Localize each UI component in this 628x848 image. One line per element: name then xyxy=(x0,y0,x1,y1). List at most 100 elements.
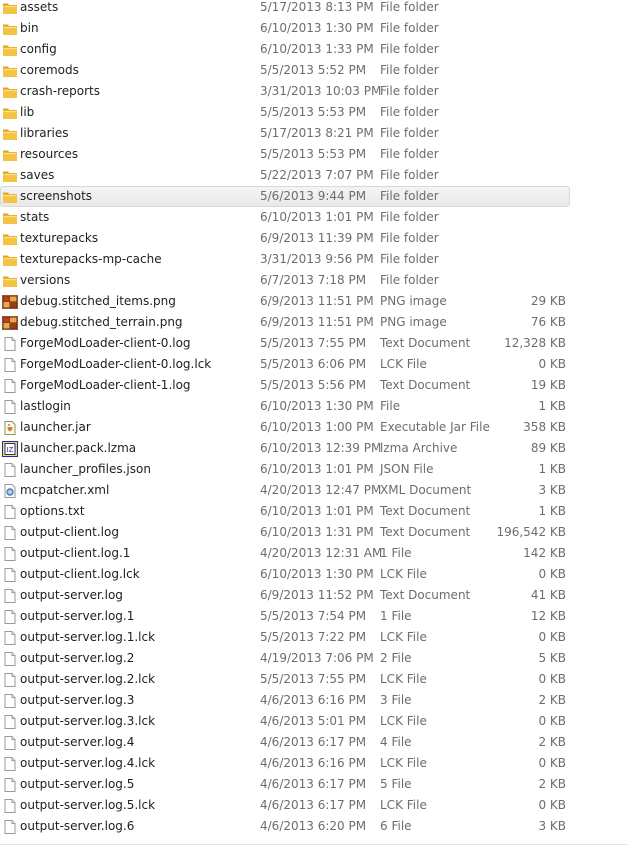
file-row[interactable]: output-server.log.1.lck 5/5/2013 7:22 PM L… xyxy=(0,627,570,648)
file-row[interactable]: ForgeModLoader-client-0.log.lck 5/5/2013 … xyxy=(0,354,570,375)
file-name: output-server.log.2 xyxy=(20,651,135,665)
file-row[interactable]: stats 6/10/2013 1:01 PM File folder xyxy=(0,207,570,228)
file-name: ForgeModLoader-client-0.log xyxy=(20,336,191,350)
file-row[interactable]: screenshots 5/6/2013 9:44 PM File folder xyxy=(0,186,570,207)
file-size: 0 KB xyxy=(538,630,566,644)
file-row[interactable]: launcher.jar 6/10/2013 1:00 PM Executable … xyxy=(0,417,570,438)
file-size: 196,542 KB xyxy=(496,525,566,539)
folder-icon xyxy=(2,105,18,121)
document-icon xyxy=(2,693,18,709)
document-icon xyxy=(2,714,18,730)
file-row[interactable]: texturepacks 6/9/2013 11:39 PM File folder xyxy=(0,228,570,249)
file-date-modified: 5/5/2013 5:52 PM xyxy=(260,63,367,77)
file-name: output-server.log.6 xyxy=(20,819,135,833)
file-row[interactable]: output-server.log.2 4/19/2013 7:06 PM 2 Fi… xyxy=(0,648,570,669)
file-name: screenshots xyxy=(20,189,93,203)
file-date-modified: 6/10/2013 1:30 PM xyxy=(260,399,374,413)
file-row[interactable]: IZ launcher.pack.lzma 6/10/2013 12:39 PM lz… xyxy=(0,438,570,459)
file-row[interactable]: libraries 5/17/2013 8:21 PM File folder xyxy=(0,123,570,144)
file-row[interactable]: output-server.log.6 4/6/2013 6:20 PM 6 Fil… xyxy=(0,816,570,837)
file-name: libraries xyxy=(20,126,69,140)
document-icon xyxy=(2,630,18,646)
file-row[interactable]: lib 5/5/2013 5:53 PM File folder xyxy=(0,102,570,123)
file-row[interactable]: output-server.log.3.lck 4/6/2013 5:01 PM L… xyxy=(0,711,570,732)
file-row[interactable]: crash-reports 3/31/2013 10:03 PM File fold… xyxy=(0,81,570,102)
document-icon xyxy=(2,399,18,415)
document-icon xyxy=(2,672,18,688)
file-row[interactable]: ForgeModLoader-client-1.log 5/5/2013 5:56… xyxy=(0,375,570,396)
image-icon xyxy=(2,294,18,310)
file-name: output-server.log.3 xyxy=(20,693,135,707)
file-size: 1 KB xyxy=(538,399,566,413)
file-row[interactable]: coremods 5/5/2013 5:52 PM File folder xyxy=(0,60,570,81)
file-type: File folder xyxy=(380,21,439,35)
folder-icon xyxy=(2,273,18,289)
file-date-modified: 5/5/2013 6:06 PM xyxy=(260,357,367,371)
file-type: 1 File xyxy=(380,546,412,560)
file-name: bin xyxy=(20,21,39,35)
file-row[interactable]: ForgeModLoader-client-0.log 5/5/2013 7:55… xyxy=(0,333,570,354)
file-row[interactable]: debug.stitched_terrain.png 6/9/2013 11:51… xyxy=(0,312,570,333)
file-row[interactable]: output-server.log.4 4/6/2013 6:17 PM 4 Fil… xyxy=(0,732,570,753)
file-date-modified: 5/17/2013 8:21 PM xyxy=(260,126,374,140)
file-row[interactable]: texturepacks-mp-cache 3/31/2013 9:56 PM Fi… xyxy=(0,249,570,270)
file-size: 0 KB xyxy=(538,672,566,686)
folder-icon xyxy=(2,231,18,247)
file-name: output-server.log.4 xyxy=(20,735,135,749)
file-row[interactable]: output-server.log.3 4/6/2013 6:16 PM 3 Fil… xyxy=(0,690,570,711)
file-name: output-client.log.1 xyxy=(20,546,131,560)
file-row[interactable]: output-client.log 6/10/2013 1:31 PM Text D… xyxy=(0,522,570,543)
file-size: 89 KB xyxy=(530,441,566,455)
file-name: output-server.log.2.lck xyxy=(20,672,156,686)
file-type: File folder xyxy=(380,126,439,140)
document-icon xyxy=(2,756,18,772)
file-row[interactable]: debug.stitched_items.png 6/9/2013 11:51 P… xyxy=(0,291,570,312)
file-date-modified: 5/5/2013 7:22 PM xyxy=(260,630,367,644)
file-row[interactable]: output-client.log.lck 6/10/2013 1:30 PM LC… xyxy=(0,564,570,585)
file-date-modified: 6/9/2013 11:51 PM xyxy=(260,315,374,329)
file-row[interactable]: output-server.log.4.lck 4/6/2013 6:16 PM L… xyxy=(0,753,570,774)
folder-icon xyxy=(2,168,18,184)
document-icon xyxy=(2,819,18,835)
file-row[interactable]: resources 5/5/2013 5:53 PM File folder xyxy=(0,144,570,165)
file-name: lastlogin xyxy=(20,399,71,413)
file-date-modified: 5/5/2013 5:56 PM xyxy=(260,378,367,392)
file-row[interactable]: assets 5/17/2013 8:13 PM File folder xyxy=(0,0,570,18)
document-icon xyxy=(2,504,18,520)
file-row[interactable]: options.txt 6/10/2013 1:01 PM Text Documen… xyxy=(0,501,570,522)
folder-icon xyxy=(2,210,18,226)
file-name: launcher.jar xyxy=(20,420,91,434)
file-name: stats xyxy=(20,210,50,224)
file-row[interactable]: bin 6/10/2013 1:30 PM File folder xyxy=(0,18,570,39)
file-row[interactable]: saves 5/22/2013 7:07 PM File folder xyxy=(0,165,570,186)
file-row[interactable]: output-server.log 6/9/2013 11:52 PM Text D… xyxy=(0,585,570,606)
file-name: output-server.log.5.lck xyxy=(20,798,156,812)
file-row[interactable]: mcpatcher.xml 4/20/2013 12:47 PM XML Docum… xyxy=(0,480,570,501)
file-row[interactable]: launcher_profiles.json 6/10/2013 1:01 PM J… xyxy=(0,459,570,480)
document-icon xyxy=(2,546,18,562)
file-row[interactable]: output-server.log.2.lck 5/5/2013 7:55 PM L… xyxy=(0,669,570,690)
file-type: 2 File xyxy=(380,651,412,665)
file-row[interactable]: config 6/10/2013 1:33 PM File folder xyxy=(0,39,570,60)
file-type: PNG image xyxy=(380,294,447,308)
file-type: File folder xyxy=(380,189,439,203)
file-row[interactable]: output-server.log.5.lck 4/6/2013 6:17 PM L… xyxy=(0,795,570,816)
file-type: File folder xyxy=(380,210,439,224)
file-row[interactable]: output-client.log.1 4/20/2013 12:31 AM 1 F… xyxy=(0,543,570,564)
file-name: output-server.log.1 xyxy=(20,609,135,623)
folder-icon xyxy=(2,252,18,268)
file-type: File folder xyxy=(380,84,439,98)
file-row[interactable]: lastlogin 6/10/2013 1:30 PM File 1 KB xyxy=(0,396,570,417)
file-row[interactable]: output-server.log.1 5/5/2013 7:54 PM 1 Fil… xyxy=(0,606,570,627)
file-row[interactable]: output-server.log.5 4/6/2013 6:17 PM 5 Fil… xyxy=(0,774,570,795)
file-date-modified: 4/6/2013 6:17 PM xyxy=(260,777,367,791)
file-row[interactable]: versions 6/7/2013 7:18 PM File folder xyxy=(0,270,570,291)
document-icon xyxy=(2,462,18,478)
file-type: File xyxy=(380,399,401,413)
file-date-modified: 6/10/2013 1:00 PM xyxy=(260,420,374,434)
file-size: 41 KB xyxy=(530,588,566,602)
file-size: 0 KB xyxy=(538,756,566,770)
file-name: coremods xyxy=(20,63,79,77)
document-icon xyxy=(2,777,18,793)
folder-icon xyxy=(2,147,18,163)
